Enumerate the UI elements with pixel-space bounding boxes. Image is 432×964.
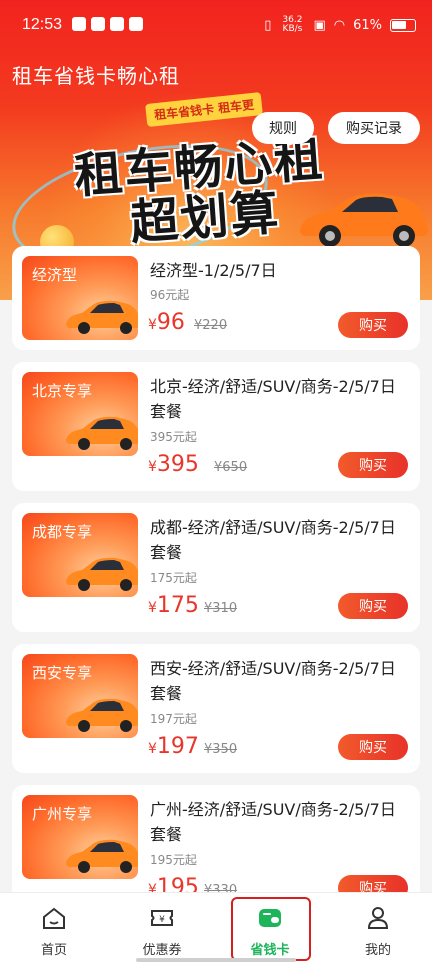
buy-button[interactable]: 购买 [338, 734, 408, 760]
tab-profile[interactable]: 我的 [324, 893, 432, 964]
battery-icon [390, 18, 416, 32]
card-starting-price: 197元起 [150, 712, 197, 726]
notification-icons [72, 17, 143, 31]
card-thumbnail: 成都专享 [22, 513, 138, 597]
card-price: ¥96 [148, 310, 185, 335]
price-value: 175 [156, 593, 199, 618]
app-notification-icon [91, 17, 105, 31]
card-title: 北京-经济/舒适/SUV/商务-2/5/7日套餐 [150, 377, 396, 421]
price-value: 96 [156, 310, 185, 335]
card-tag: 北京专享 [32, 382, 93, 400]
page-title: 租车省钱卡畅心租 [12, 64, 180, 88]
svg-text:¥: ¥ [159, 915, 165, 925]
card-tag: 西安专享 [32, 664, 93, 682]
card-tag: 经济型 [32, 266, 78, 284]
currency-symbol: ¥ [148, 741, 157, 757]
network-speed: 36.2 KB/s [282, 15, 303, 34]
card-original-price: ¥350 [204, 742, 238, 757]
card-thumbnail: 北京专享 [22, 372, 138, 456]
car-icon [66, 839, 138, 873]
car-icon [66, 557, 138, 591]
package-card[interactable]: 西安专享 西安-经济/舒适/SUV/商务-2/5/7日套餐 197元起 ¥197… [12, 644, 420, 773]
card-list: 经济型 经济型-1/2/5/7日 96元起 ¥96 ¥220 购买 北京专享 北… [12, 246, 420, 926]
card-thumbnail: 广州专享 [22, 795, 138, 879]
coupon-icon: ¥ [151, 910, 173, 926]
car-illustration [300, 193, 428, 247]
tiktok-icon [129, 17, 143, 31]
car-icon [66, 300, 138, 334]
tab-label: 我的 [364, 943, 391, 958]
status-time: 12:53 [22, 16, 63, 33]
status-bar: 12:53 ▯ 36.2 KB/s ▣ ◠ 61% [0, 0, 432, 50]
card-original-price: ¥220 [194, 318, 228, 333]
tab-coupons[interactable]: ¥ 优惠券 [108, 893, 216, 964]
home-icon [43, 907, 65, 929]
car-icon [66, 698, 138, 732]
card-tag: 成都专享 [32, 523, 93, 541]
card-starting-price: 195元起 [150, 853, 197, 867]
tab-label: 优惠券 [142, 943, 182, 958]
card-price: ¥197 [148, 734, 199, 759]
active-tab-highlight [231, 897, 311, 961]
app-notification-icon [110, 17, 124, 31]
package-card[interactable]: 北京专享 北京-经济/舒适/SUV/商务-2/5/7日套餐 395元起 ¥395… [12, 362, 420, 491]
vibrate-icon: ▯ [264, 17, 272, 33]
bottom-tab-bar: 首页 ¥ 优惠券 省钱卡 我的 [0, 892, 432, 964]
card-title: 西安-经济/舒适/SUV/商务-2/5/7日套餐 [150, 659, 396, 703]
banner-subheadline: 超划算 [128, 184, 283, 252]
buy-button[interactable]: 购买 [338, 312, 408, 338]
currency-symbol: ¥ [148, 459, 157, 475]
card-starting-price: 96元起 [150, 288, 190, 302]
package-card[interactable]: 经济型 经济型-1/2/5/7日 96元起 ¥96 ¥220 购买 [12, 246, 420, 350]
currency-symbol: ¥ [148, 317, 157, 333]
card-original-price: ¥310 [204, 601, 238, 616]
price-value: 395 [156, 452, 199, 477]
card-price: ¥395 [148, 452, 199, 477]
rules-button[interactable]: 规则 [252, 112, 314, 144]
card-starting-price: 175元起 [150, 571, 197, 585]
buy-button[interactable]: 购买 [338, 593, 408, 619]
card-thumbnail: 西安专享 [22, 654, 138, 738]
card-title: 成都-经济/舒适/SUV/商务-2/5/7日套餐 [150, 518, 396, 562]
status-right: ▯ 36.2 KB/s ▣ ◠ 61% [264, 16, 416, 34]
mail-icon [72, 17, 86, 31]
purchase-records-button[interactable]: 购买记录 [328, 112, 420, 144]
profile-icon [367, 907, 389, 929]
card-thumbnail: 经济型 [22, 256, 138, 340]
sim-icon: ▣ [313, 17, 326, 33]
card-title: 经济型-1/2/5/7日 [150, 261, 277, 280]
card-price: ¥175 [148, 593, 199, 618]
car-icon [66, 416, 138, 450]
package-card[interactable]: 成都专享 成都-经济/舒适/SUV/商务-2/5/7日套餐 175元起 ¥175… [12, 503, 420, 632]
home-indicator [136, 958, 296, 962]
buy-button[interactable]: 购买 [338, 452, 408, 478]
tab-home[interactable]: 首页 [0, 893, 108, 964]
currency-symbol: ¥ [148, 600, 157, 616]
tab-label: 首页 [40, 943, 67, 958]
wifi-icon: ◠ [333, 17, 346, 33]
card-starting-price: 395元起 [150, 430, 197, 444]
battery-percent: 61% [353, 17, 382, 33]
card-original-price: ¥650 [214, 460, 248, 475]
price-value: 197 [156, 734, 199, 759]
card-title: 广州-经济/舒适/SUV/商务-2/5/7日套餐 [150, 800, 396, 844]
card-tag: 广州专享 [32, 805, 93, 823]
